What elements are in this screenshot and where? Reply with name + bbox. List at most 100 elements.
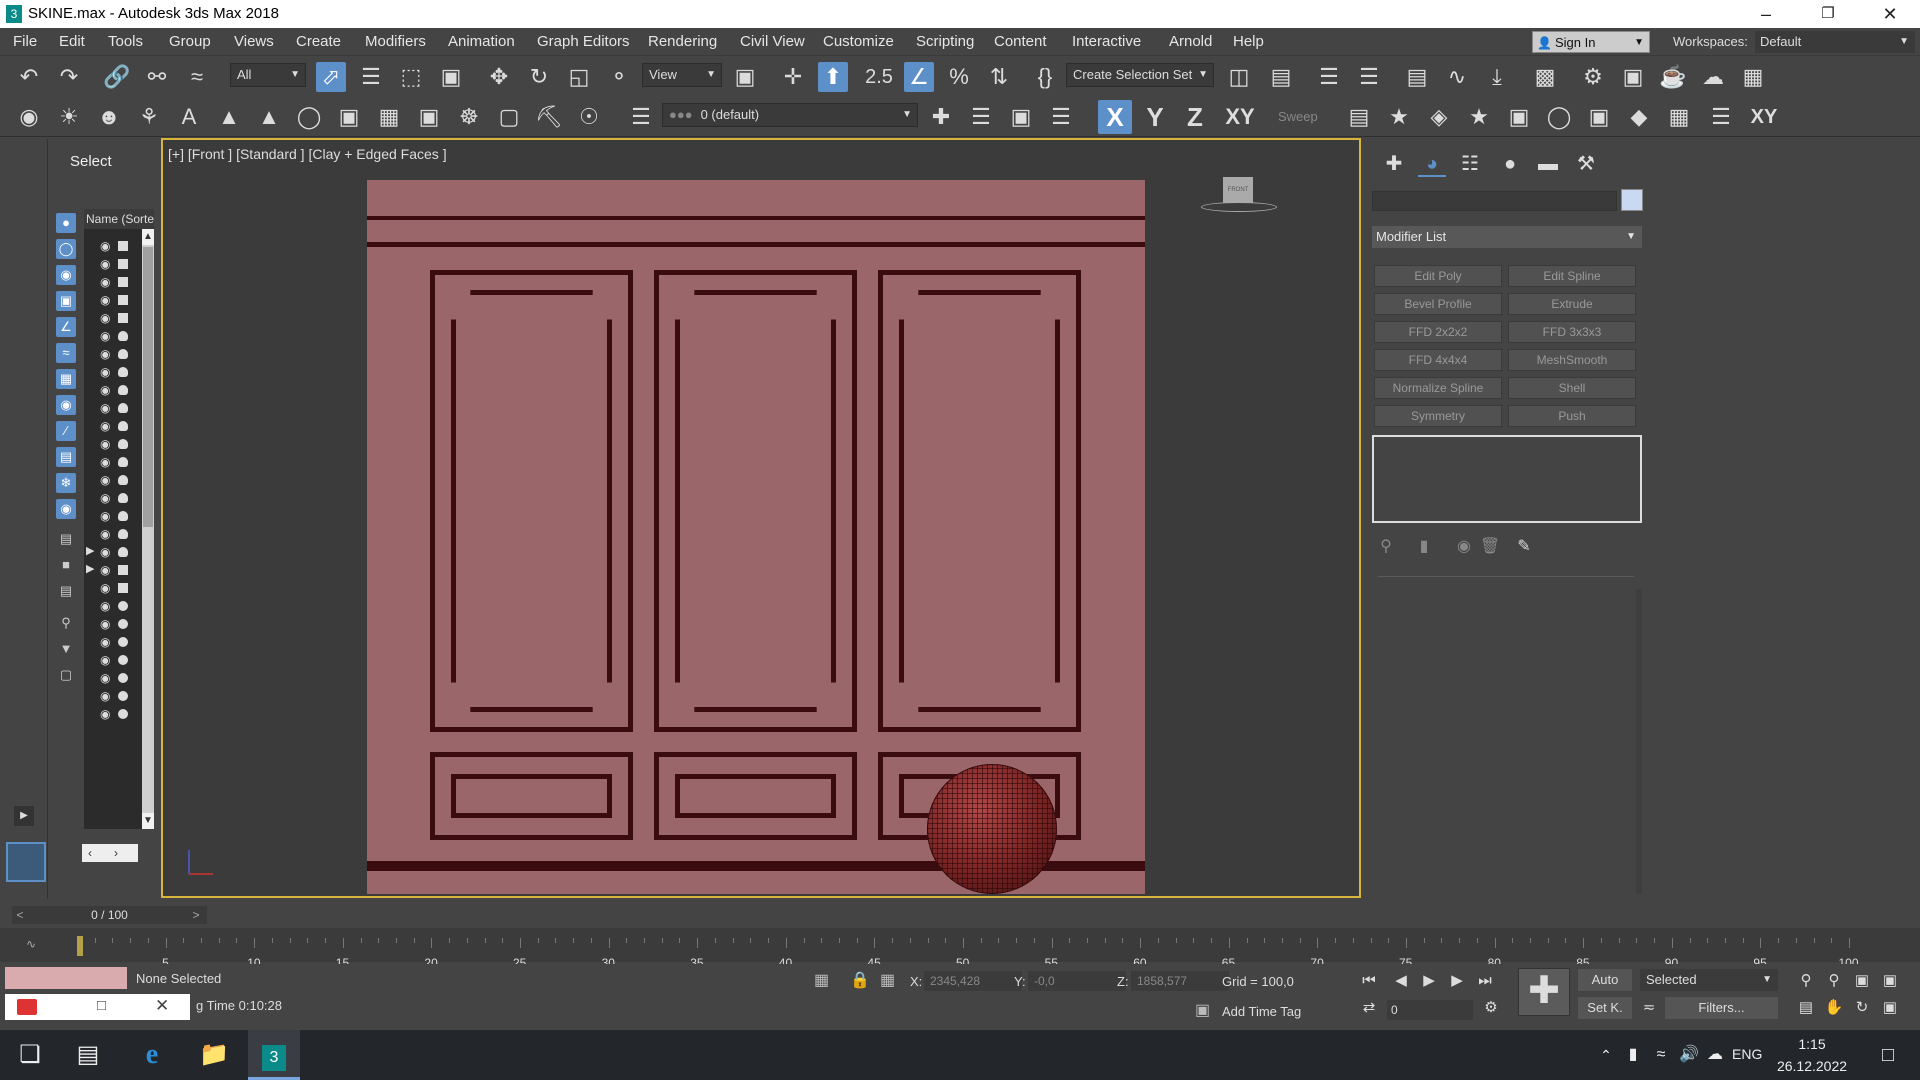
layer-select[interactable]: ●●● 0 (default) ▼ bbox=[662, 103, 918, 127]
display-xrefs-icon[interactable]: ◉ bbox=[56, 395, 76, 415]
place-icon[interactable]: ⚬ bbox=[604, 62, 634, 92]
display-cameras-icon[interactable]: ▣ bbox=[56, 291, 76, 311]
time-cursor[interactable] bbox=[77, 936, 83, 956]
scene-row[interactable]: ◉ bbox=[84, 417, 142, 435]
x-coordinate-field[interactable]: 2345,428 bbox=[924, 971, 1022, 991]
select-object-icon[interactable]: ⬀ bbox=[316, 62, 346, 92]
restore-icon[interactable]: ❐ bbox=[1800, 2, 1856, 26]
visibility-eye-icon[interactable]: ◉ bbox=[100, 707, 110, 721]
scene-row[interactable]: ◉ bbox=[84, 489, 142, 507]
render-setup-icon[interactable]: ⚙ bbox=[1578, 62, 1608, 92]
reference-coordinate-select[interactable]: View ▼ bbox=[642, 63, 722, 87]
add-to-layer-icon[interactable]: ☰ bbox=[966, 102, 996, 132]
track-bar[interactable]: ∿ 5 10 15 20 25 30 35 40 45 50 55 60 65 70 75 80 85 90 95 1… bbox=[0, 928, 1920, 970]
make-unique-icon[interactable]: ◉ bbox=[1452, 535, 1476, 559]
normal-align-icon[interactable]: ▣ bbox=[1504, 102, 1534, 132]
visibility-eye-icon[interactable]: ◉ bbox=[100, 581, 110, 595]
modifier-extrude-button[interactable]: Extrude bbox=[1508, 293, 1636, 315]
modifier-bevel-profile-button[interactable]: Bevel Profile bbox=[1374, 293, 1502, 315]
scene-row[interactable]: ◉ bbox=[84, 669, 142, 687]
axis-z-button[interactable]: Z bbox=[1178, 100, 1212, 134]
menu-group[interactable]: Group bbox=[169, 33, 211, 50]
menu-help[interactable]: Help bbox=[1233, 33, 1264, 50]
toggle-layer-explorer-icon[interactable]: ☰ bbox=[1354, 62, 1384, 92]
menu-tools[interactable]: Tools bbox=[108, 33, 143, 50]
close-icon[interactable]: ✕ bbox=[155, 996, 169, 1016]
bind-space-warp-icon[interactable]: ≈ bbox=[182, 62, 212, 92]
edit-named-selection-icon[interactable]: {} bbox=[1030, 62, 1060, 92]
notification-center-icon[interactable]: □ bbox=[1862, 1030, 1914, 1080]
visibility-eye-icon[interactable]: ◉ bbox=[100, 473, 110, 487]
go-to-start-icon[interactable]: ⏮ bbox=[1358, 969, 1380, 993]
scroll-up-icon[interactable]: ▲ bbox=[142, 229, 154, 245]
select-manipulate-icon[interactable]: ✛ bbox=[778, 62, 808, 92]
visibility-eye-icon[interactable]: ◉ bbox=[100, 545, 110, 559]
visibility-eye-icon[interactable]: ◉ bbox=[100, 275, 110, 289]
workspace-select[interactable]: Default ▼ bbox=[1755, 31, 1915, 53]
scene-row[interactable]: ◉ bbox=[84, 597, 142, 615]
scene-row[interactable]: ◉ bbox=[84, 507, 142, 525]
place-highlight-icon[interactable]: ◯ bbox=[1544, 102, 1574, 132]
viewport-canvas-icon[interactable]: ▣ bbox=[414, 102, 444, 132]
unlink-icon[interactable]: ⚯ bbox=[142, 62, 172, 92]
visibility-eye-icon[interactable]: ◉ bbox=[100, 527, 110, 541]
link-icon[interactable]: 🔗 bbox=[102, 62, 132, 92]
front-viewport[interactable]: [+] [Front ] [Standard ] [Clay + Edged F… bbox=[161, 138, 1361, 898]
display-containers-icon[interactable]: ▤ bbox=[56, 447, 76, 467]
curve-editor-toggle-icon[interactable]: ∿ bbox=[26, 937, 36, 951]
menu-civil-view[interactable]: Civil View bbox=[740, 33, 805, 50]
3ds-max-taskbar-icon[interactable]: 3 bbox=[248, 1030, 300, 1080]
layer-explorer-icon[interactable]: ▢ bbox=[56, 665, 76, 685]
hierarchy-tab-icon[interactable]: ☷ bbox=[1456, 151, 1484, 177]
render-icon[interactable]: ▣ bbox=[334, 102, 364, 132]
rotate-icon[interactable]: ↻ bbox=[524, 62, 554, 92]
scatter-icon[interactable]: ☸ bbox=[454, 102, 484, 132]
display-all-icon[interactable]: ▤ bbox=[56, 529, 76, 549]
scene-row[interactable]: ◉ bbox=[84, 381, 142, 399]
pan-view-icon[interactable]: ✋ bbox=[1823, 996, 1845, 1020]
scene-row[interactable]: ◉ bbox=[84, 687, 142, 705]
boat-icon[interactable]: ⛏ bbox=[534, 102, 564, 132]
input-language[interactable]: ENG bbox=[1732, 1046, 1762, 1062]
modifier-shell-button[interactable]: Shell bbox=[1508, 377, 1636, 399]
scene-row[interactable]: ◉ bbox=[84, 309, 142, 327]
clock-date[interactable]: 26.12.2022 bbox=[1774, 1058, 1850, 1074]
menu-animation[interactable]: Animation bbox=[448, 33, 515, 50]
foliage-icon[interactable]: ⚘ bbox=[134, 102, 164, 132]
display-geometry-icon[interactable]: ● bbox=[56, 213, 76, 233]
display-frozen-icon[interactable]: ◉ bbox=[56, 499, 76, 519]
display-shapes-icon[interactable]: ◯ bbox=[56, 239, 76, 259]
absolute-mode-icon[interactable]: ▦ bbox=[880, 970, 895, 990]
wifi-icon[interactable]: ≈ bbox=[1650, 1030, 1672, 1080]
display-helpers-icon[interactable]: ∠ bbox=[56, 317, 76, 337]
scene-list-scrollbar[interactable]: ▲ ▼ bbox=[142, 229, 154, 829]
bulb-icon[interactable]: ☉ bbox=[574, 102, 604, 132]
create-tab-icon[interactable]: ✚ bbox=[1380, 151, 1408, 177]
visibility-eye-icon[interactable]: ◉ bbox=[100, 293, 110, 307]
visibility-eye-icon[interactable]: ◉ bbox=[100, 419, 110, 433]
track-scale[interactable]: 5 10 15 20 25 30 35 40 45 50 55 60 65 70 75 80 85 90 95 100 bbox=[77, 938, 1859, 970]
clone-align-icon[interactable]: ★ bbox=[1464, 102, 1494, 132]
stamp-icon[interactable]: ▲ bbox=[254, 102, 284, 132]
axis-y-button[interactable]: Y bbox=[1138, 100, 1172, 134]
expand-arrow-icon[interactable]: ▶ bbox=[86, 562, 94, 575]
viewport-label[interactable]: [+] [Front ] [Standard ] [Clay + Edged F… bbox=[168, 146, 447, 162]
key-filters-button[interactable]: Filters... bbox=[1665, 997, 1778, 1019]
zoom-extents-all-icon[interactable]: ▣ bbox=[1879, 969, 1901, 993]
visibility-eye-icon[interactable]: ◉ bbox=[100, 599, 110, 613]
visibility-eye-icon[interactable]: ◉ bbox=[100, 653, 110, 667]
axis-x-button[interactable]: X bbox=[1098, 100, 1132, 134]
render-in-cloud-icon[interactable]: ☁ bbox=[1698, 62, 1728, 92]
scene-row[interactable]: ◉ bbox=[84, 651, 142, 669]
visibility-eye-icon[interactable]: ◉ bbox=[100, 365, 110, 379]
task-view-icon[interactable]: ▤ bbox=[62, 1030, 114, 1080]
snaps-toggle-icon[interactable]: 2.5 bbox=[864, 62, 894, 92]
viewcube[interactable]: FRONT bbox=[1223, 177, 1253, 203]
start-icon[interactable]: ❏ bbox=[4, 1030, 56, 1080]
isolate-selection-icon[interactable]: ▦ bbox=[814, 970, 829, 990]
utilities-tab-icon[interactable]: ⚒ bbox=[1572, 151, 1600, 177]
modifier-edit-spline-button[interactable]: Edit Spline bbox=[1508, 265, 1636, 287]
show-end-result-icon[interactable]: ▮ bbox=[1412, 535, 1436, 559]
menu-views[interactable]: Views bbox=[234, 33, 274, 50]
display-space-warps-icon[interactable]: ≈ bbox=[56, 343, 76, 363]
